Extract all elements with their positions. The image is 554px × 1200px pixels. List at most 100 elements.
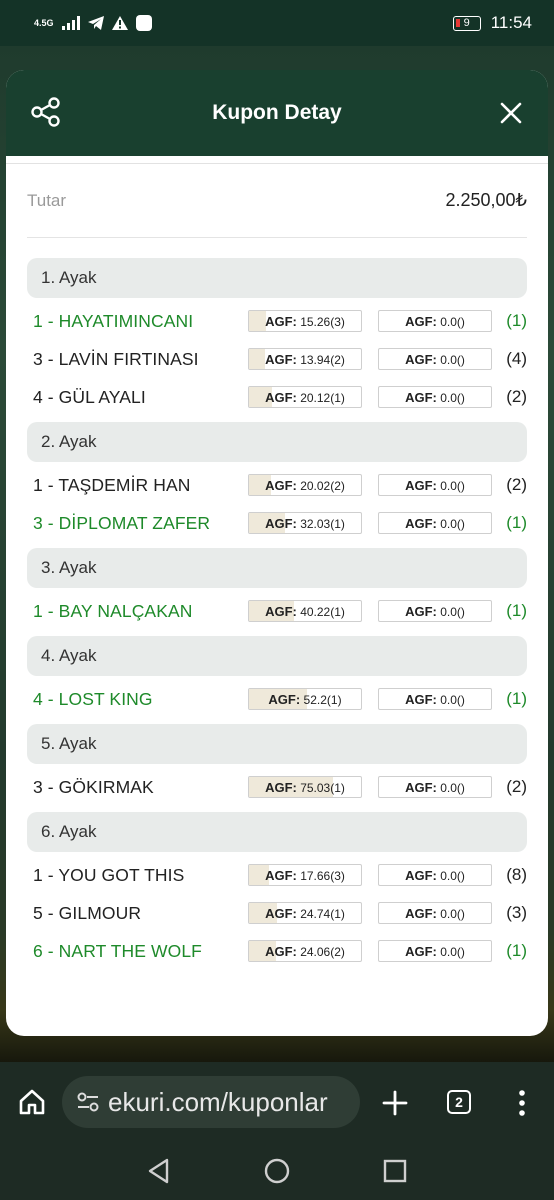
agf-value: 40.22(1) [300, 604, 345, 619]
agf-text: AGF: 24.74(1) [265, 906, 345, 921]
home-circle-icon[interactable] [262, 1156, 292, 1186]
amount-value: 2.250,00₺ [445, 190, 527, 210]
agf-text: AGF: 0.0() [405, 944, 465, 959]
finish-rank: (2) [506, 387, 527, 406]
agf-value: 17.66(3) [300, 868, 345, 883]
agf-box: AGF: 40.22(1) [248, 600, 362, 622]
agf-value: 0.0() [440, 906, 465, 921]
agf-value: 32.03(1) [300, 516, 345, 531]
network-type: 4.5G [34, 17, 54, 28]
agf-box-secondary: AGF: 0.0() [378, 474, 492, 496]
battery-level: 9 [463, 16, 470, 29]
browser-toolbar: ekuri.com/kuponlar 2 [0, 1062, 554, 1142]
finish-rank: (8) [506, 865, 527, 884]
agf-text: AGF: 40.22(1) [265, 604, 345, 619]
runner-name: 1 - TAŞDEMİR HAN [33, 474, 191, 495]
modal-header: Kupon Detay [6, 70, 548, 156]
agf-fill-bar [249, 311, 267, 331]
close-icon[interactable] [498, 100, 524, 126]
runner-name: 1 - HAYATIMINCANI [33, 310, 194, 331]
agf-text: AGF: 0.0() [405, 352, 465, 367]
agf-label: AGF: [265, 779, 297, 795]
agf-label: AGF: [405, 691, 437, 707]
runner-row: 3 - LAVİN FIRTINASI AGF: 13.94(2) AGF: 0.0… [27, 340, 527, 378]
agf-box: AGF: 13.94(2) [248, 348, 362, 370]
runner-row: 4 - LOST KING AGF: 52.2(1) AGF: 0.0() (1) [27, 680, 527, 718]
agf-label: AGF: [405, 603, 437, 619]
status-right: 9 11:54 [452, 13, 532, 33]
agf-text: AGF: 15.26(3) [265, 314, 345, 329]
url-bar[interactable]: ekuri.com/kuponlar [62, 1076, 360, 1128]
agf-value: 52.2(1) [303, 692, 342, 707]
leg-block: 3. Ayak 1 - BAY NALÇAKAN AGF: 40.22(1) AGF:… [27, 548, 527, 630]
status-icons: 4.5G [34, 15, 152, 31]
clock: 11:54 [490, 13, 532, 32]
leg-block: 1. Ayak 1 - HAYATIMINCANI AGF: 15.26(3) AGF… [27, 258, 527, 416]
new-tab-icon[interactable] [380, 1088, 410, 1118]
agf-box-secondary: AGF: 0.0() [378, 348, 492, 370]
agf-box-secondary: AGF: 0.0() [378, 776, 492, 798]
runner-row: 5 - GILMOUR AGF: 24.74(1) AGF: 0.0() (3) [27, 894, 527, 932]
agf-box: AGF: 52.2(1) [248, 688, 362, 710]
agf-text: AGF: 0.0() [405, 314, 465, 329]
runner-row: 3 - GÖKIRMAK AGF: 75.03(1) AGF: 0.0() (2) [27, 768, 527, 806]
agf-box-secondary: AGF: 0.0() [378, 902, 492, 924]
finish-rank: (1) [506, 689, 527, 708]
agf-label: AGF: [405, 477, 437, 493]
share-icon[interactable] [30, 96, 62, 128]
agf-label: AGF: [405, 389, 437, 405]
agf-label: AGF: [405, 905, 437, 921]
finish-rank: (1) [506, 513, 527, 532]
telegram-icon [87, 16, 104, 30]
agf-text: AGF: 0.0() [405, 604, 465, 619]
back-icon[interactable] [144, 1156, 174, 1186]
agf-value: 0.0() [440, 478, 465, 493]
agf-value: 20.12(1) [300, 390, 345, 405]
modal-title: Kupon Detay [212, 101, 342, 124]
agf-text: AGF: 32.03(1) [265, 516, 345, 531]
agf-text: AGF: 0.0() [405, 516, 465, 531]
agf-label: AGF: [265, 389, 297, 405]
tab-switcher-button[interactable]: 2 [447, 1090, 471, 1114]
runner-row: 3 - DİPLOMAT ZAFER AGF: 32.03(1) AGF: 0.0(… [27, 504, 527, 542]
finish-rank: (1) [506, 311, 527, 330]
agf-label: AGF: [268, 691, 301, 707]
header-divider [6, 156, 548, 164]
agf-text: AGF: 13.94(2) [265, 352, 345, 367]
finish-rank: (2) [506, 475, 527, 494]
agf-value: 0.0() [440, 692, 465, 707]
agf-text: AGF: 0.0() [405, 780, 465, 795]
agf-label: AGF: [265, 313, 297, 329]
agf-value: 0.0() [440, 516, 465, 531]
agf-box: AGF: 32.03(1) [248, 512, 362, 534]
agf-label: AGF: [265, 867, 297, 883]
agf-value: 24.06(2) [300, 944, 345, 959]
agf-label: AGF: [405, 313, 437, 329]
agf-text: AGF: 17.66(3) [265, 868, 345, 883]
home-icon[interactable] [18, 1088, 46, 1116]
recents-icon[interactable] [381, 1157, 409, 1185]
finish-rank: (4) [506, 349, 527, 368]
status-bar: 4.5G 9 11:54 [0, 0, 554, 46]
amount-label: Tutar [27, 190, 67, 210]
agf-box-secondary: AGF: 0.0() [378, 310, 492, 332]
agf-box: AGF: 20.02(2) [248, 474, 362, 496]
leg-block: 6. Ayak 1 - YOU GOT THIS AGF: 17.66(3) AGF:… [27, 812, 527, 970]
agf-label: AGF: [405, 351, 437, 367]
runner-name: 6 - NART THE WOLF [33, 940, 202, 961]
runner-name: 5 - GILMOUR [33, 902, 142, 923]
agf-text: AGF: 0.0() [405, 390, 465, 405]
leg-header: 6. Ayak [27, 812, 527, 852]
site-settings-icon[interactable] [76, 1091, 100, 1113]
agf-text: AGF: 52.2(1) [268, 692, 341, 707]
agf-box-secondary: AGF: 0.0() [378, 864, 492, 886]
agf-box-secondary: AGF: 0.0() [378, 688, 492, 710]
more-options-icon[interactable] [514, 1088, 530, 1118]
agf-box: AGF: 15.26(3) [248, 310, 362, 332]
url-text: ekuri.com/kuponlar [108, 1086, 328, 1117]
agf-value: 0.0() [440, 352, 465, 367]
agf-text: AGF: 75.03(1) [265, 780, 345, 795]
agf-label: AGF: [405, 867, 437, 883]
runner-name: 1 - YOU GOT THIS [33, 864, 185, 885]
agf-value: 0.0() [440, 780, 465, 795]
